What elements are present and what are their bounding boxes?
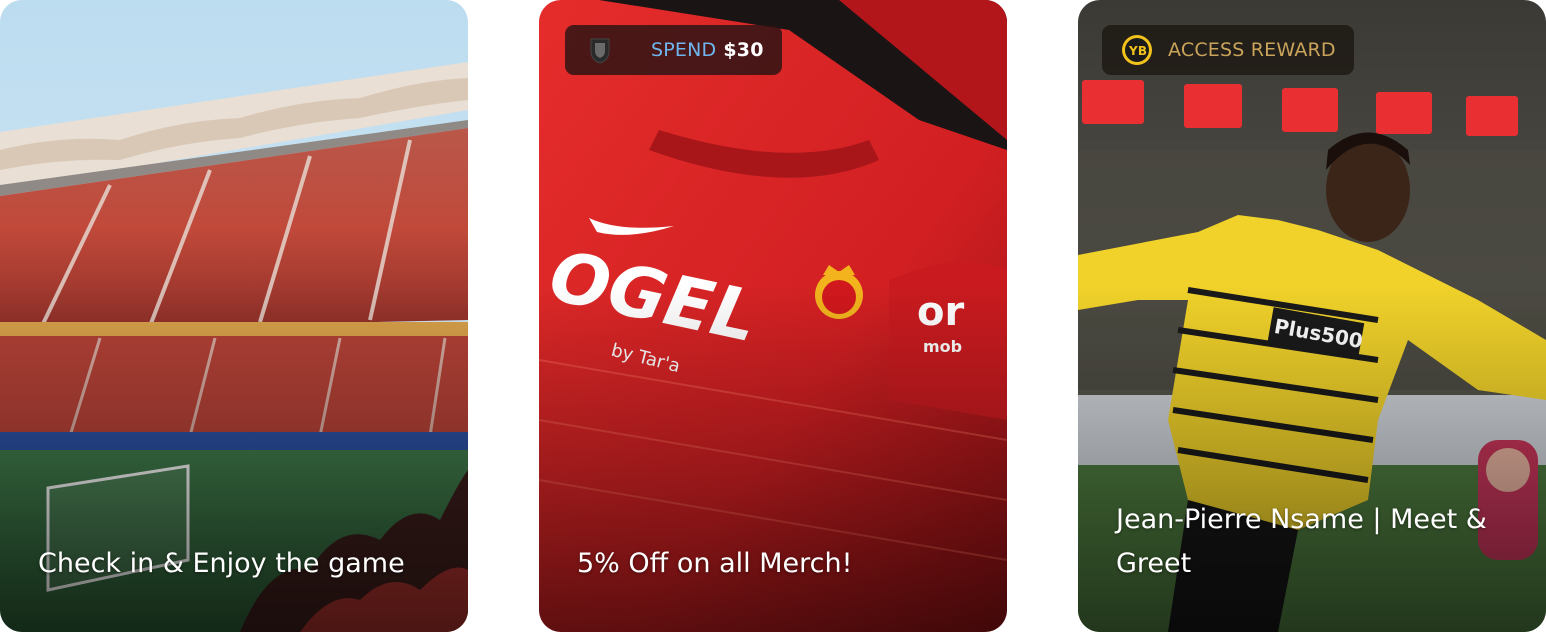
badge-amount: $30 (723, 39, 764, 61)
club-crest-icon (590, 38, 610, 64)
yb-crest-icon: YB (1122, 35, 1152, 65)
reward-card-checkin[interactable]: Check in & Enjoy the game (0, 0, 468, 632)
svg-text:YB: YB (1128, 44, 1147, 58)
card-title: Jean-Pierre Nsame | Meet & Greet (1116, 504, 1487, 579)
reward-card-meet-greet[interactable]: Plus500 YB ACCESS REWARD Jean-Pierre Nsa… (1078, 0, 1546, 632)
card-title: 5% Off on all Merch! (577, 548, 853, 579)
spend-badge: SPEND $30 (565, 25, 782, 75)
badge-label: SPEND (651, 39, 717, 61)
access-badge: YB ACCESS REWARD (1102, 25, 1354, 75)
badge-label: ACCESS REWARD (1168, 39, 1336, 61)
card-title: Check in & Enjoy the game (38, 548, 405, 579)
reward-card-merch[interactable]: OGEL by Tar'a or mob SPEND $30 5% Off on… (539, 0, 1007, 632)
